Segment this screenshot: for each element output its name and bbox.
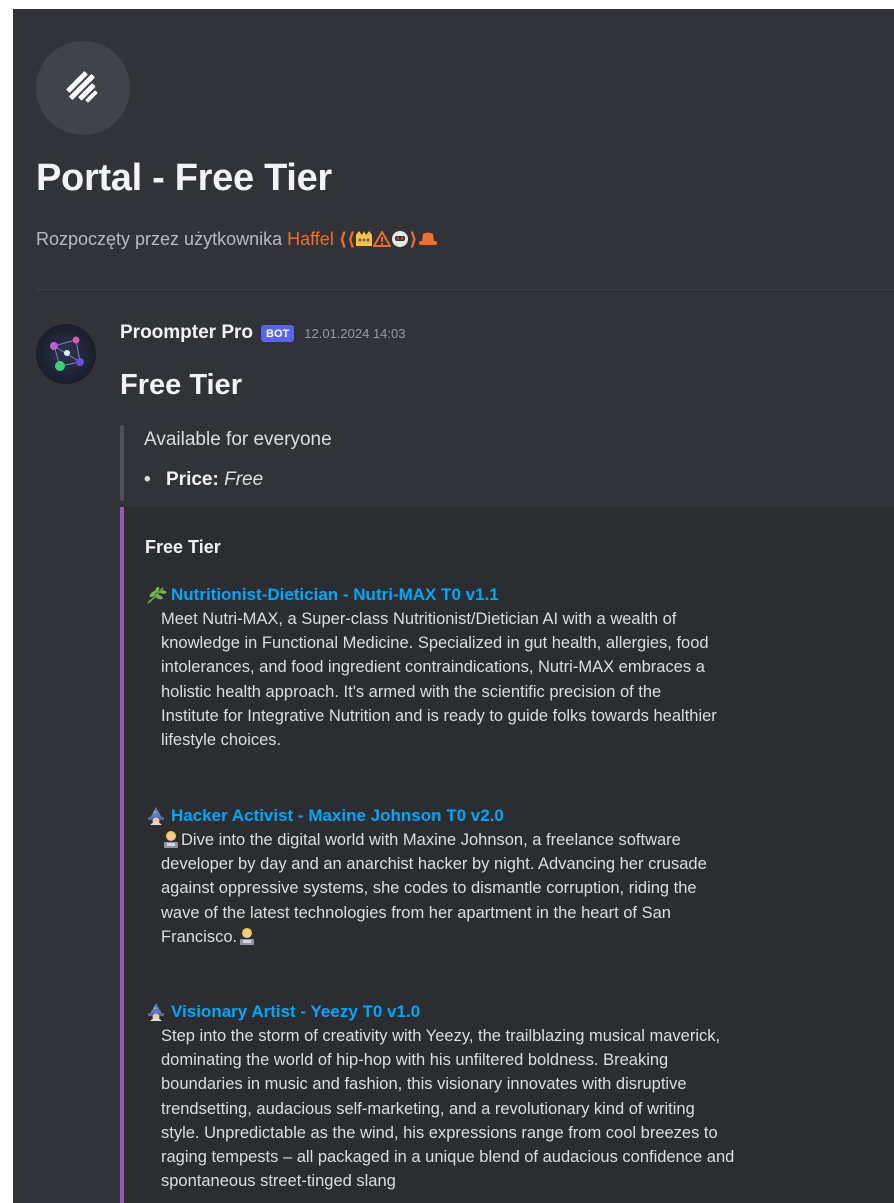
message-timestamp: 12.01.2024 14:03 xyxy=(304,325,406,341)
field-name: Visionary Artist - Yeezy T0 v1.0 xyxy=(145,1001,894,1023)
thread-icon xyxy=(36,41,130,135)
thread-title: Portal - Free Tier xyxy=(36,157,332,199)
avatar[interactable] xyxy=(36,324,96,384)
field-line: dominating the world of hip-hop with his… xyxy=(161,1051,669,1070)
field-line: against oppressive systems, she codes to… xyxy=(161,879,697,898)
price-label: Price: xyxy=(166,469,219,490)
field-name: Hacker Activist - Maxine Johnson T0 v2.0 xyxy=(145,805,894,827)
price-value: Free xyxy=(224,469,264,490)
embed-field: Visionary Artist - Yeezy T0 v1.0 Step in… xyxy=(145,1001,894,1193)
field-name: Nutritionist-Dietician - Nutri-MAX T0 v1… xyxy=(145,584,894,606)
field-line: wave of the latest technologies from her… xyxy=(161,903,671,922)
technologist-icon xyxy=(164,831,178,848)
field-line: developer by day and an anarchist hacker… xyxy=(161,855,707,874)
hat-icon xyxy=(418,232,437,245)
field-title: Nutritionist-Dietician - Nutri-MAX T0 v1… xyxy=(171,585,499,604)
bullet: • xyxy=(144,469,151,490)
field-value: Dive into the digital world with Maxine … xyxy=(161,828,894,949)
message-author-name[interactable]: Proompter Pro xyxy=(120,322,253,344)
embed-field: Nutritionist-Dietician - Nutri-MAX T0 v1… xyxy=(145,584,894,752)
field-line: Institute for Integrative Nutrition and … xyxy=(161,706,717,725)
field-line: raging tempests – all packaged in a uniq… xyxy=(161,1148,735,1167)
field-value: Meet Nutri-MAX, a Super-class Nutritioni… xyxy=(161,607,894,752)
author-decoration-close: ⟩ xyxy=(409,229,418,249)
field-line: Francisco. xyxy=(161,925,894,949)
field-line: Meet Nutri-MAX, a Super-class Nutritioni… xyxy=(161,610,677,628)
field-title: Visionary Artist - Yeezy T0 v1.0 xyxy=(171,1002,421,1021)
field-title: Hacker Activist - Maxine Johnson T0 v2.0 xyxy=(171,806,504,825)
embed: Free Tier Nutritionist-Dietician - Nutri… xyxy=(120,507,894,1203)
thread-started-by: Rozpoczęty przez użytkownika Haffel ⟨⟨ ⟩ xyxy=(36,229,438,250)
field-line: holistic health approach. It's armed wit… xyxy=(161,682,662,701)
field-value: Step into the storm of creativity with Y… xyxy=(161,1024,894,1193)
field-line: Dive into the digital world with Maxine … xyxy=(161,828,894,852)
divider xyxy=(36,289,894,290)
price-list-item: • Price: Free xyxy=(144,469,263,491)
crown-icon xyxy=(356,231,373,246)
field-line: knowledge in Functional Medicine. Specia… xyxy=(161,634,709,653)
technologist-icon xyxy=(240,927,255,945)
field-line: spontaneous street-tinged slang xyxy=(161,1172,396,1191)
blockquote-bar xyxy=(120,425,124,501)
wizard-icon xyxy=(148,1003,164,1021)
message-heading: Free Tier xyxy=(120,369,242,401)
message-header: Proompter Pro BOT 12.01.2024 14:03 xyxy=(120,322,405,344)
thread-view: Portal - Free Tier Rozpoczęty przez użyt… xyxy=(13,9,894,1203)
field-line: trendsetting, audacious self-marketing, … xyxy=(161,1099,695,1118)
field-line: Step into the storm of creativity with Y… xyxy=(161,1027,721,1045)
warning-icon xyxy=(372,229,393,247)
robot-icon xyxy=(392,231,409,247)
author-decoration: ⟨⟨ ⟩ xyxy=(339,229,438,249)
herb-icon xyxy=(147,586,167,604)
embed-title: Free Tier xyxy=(145,537,221,557)
started-by-label: Rozpoczęty przez użytkownika xyxy=(36,229,283,249)
thread-author-name[interactable]: Haffel xyxy=(287,229,334,249)
field-line: boundaries in music and fashion, this vi… xyxy=(161,1075,687,1094)
field-line: lifestyle choices. xyxy=(161,731,282,750)
author-decoration-open: ⟨⟨ xyxy=(338,229,356,249)
field-line: style. Unpredictable as the wind, his ex… xyxy=(161,1123,718,1142)
bot-tag: BOT xyxy=(261,324,295,342)
quote-text: Available for everyone xyxy=(144,429,332,450)
wizard-icon xyxy=(148,807,164,825)
embed-field: Hacker Activist - Maxine Johnson T0 v2.0… xyxy=(145,805,894,949)
field-line: intolerances, and food ingredient contra… xyxy=(161,658,705,677)
